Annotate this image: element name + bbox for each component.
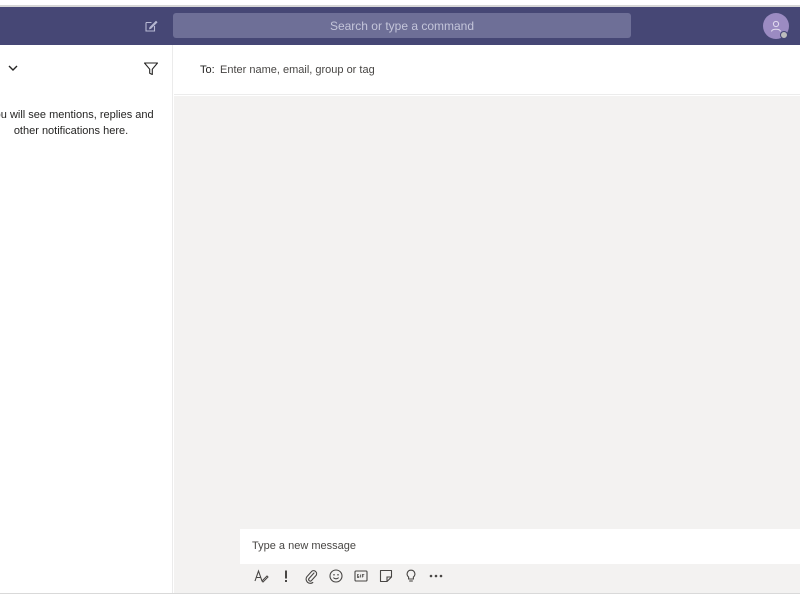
to-label: To: (200, 64, 215, 76)
title-bar (0, 7, 800, 45)
mark-important-button[interactable] (273, 566, 298, 586)
gif-button[interactable] (348, 566, 373, 586)
format-icon (253, 569, 269, 583)
emoji-icon (328, 569, 343, 583)
gif-icon (353, 570, 368, 582)
sticker-icon (379, 569, 392, 583)
praise-icon (406, 569, 415, 582)
new-chat-button[interactable] (142, 17, 160, 35)
more-options-button[interactable] (423, 566, 448, 586)
presence-status-dot (780, 31, 788, 39)
empty-feed-message: You will see mentions, replies and other… (0, 109, 154, 137)
format-button[interactable] (248, 566, 273, 586)
emoji-button[interactable] (323, 566, 348, 586)
chevron-down-icon (8, 65, 18, 71)
teams-window: You will see mentions, replies and other… (0, 0, 800, 600)
new-chat-icon (145, 20, 158, 32)
sticker-button[interactable] (373, 566, 398, 586)
filter-button[interactable] (143, 61, 159, 77)
feed-dropdown-button[interactable] (6, 61, 20, 75)
filter-icon (143, 62, 159, 76)
attach-button[interactable] (298, 566, 323, 586)
recipient-input[interactable] (220, 60, 620, 80)
message-input[interactable] (252, 536, 772, 556)
recipient-bar: To: (174, 45, 800, 95)
window-bottom-edge (0, 593, 800, 600)
important-icon (284, 570, 287, 582)
search-input[interactable] (173, 13, 631, 38)
compose-box (240, 529, 800, 564)
conversation-area (174, 96, 800, 593)
attach-icon (305, 570, 317, 584)
compose-toolbar (248, 566, 448, 586)
activity-panel: You will see mentions, replies and other… (0, 45, 173, 593)
praise-button[interactable] (398, 566, 423, 586)
more-options-icon (429, 574, 442, 578)
